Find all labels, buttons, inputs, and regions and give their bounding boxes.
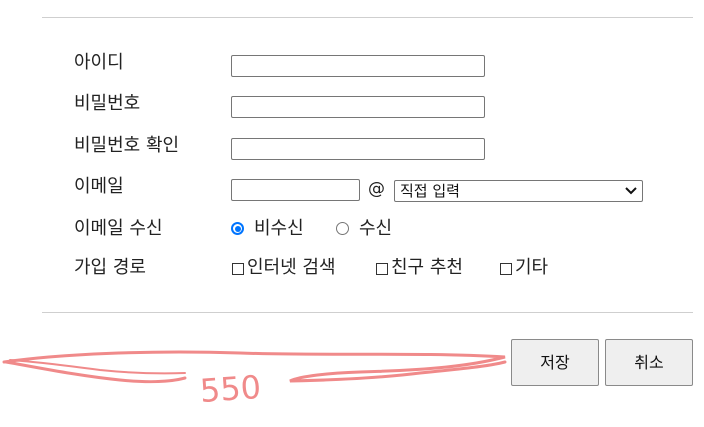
save-button[interactable]: 저장 [511, 339, 599, 386]
id-input[interactable] [231, 55, 485, 77]
checkbox-friend-referral-label[interactable]: 친구 추천 [391, 257, 463, 279]
radio-no-receive-label[interactable]: 비수신 [254, 218, 304, 240]
chevron-down-icon [625, 187, 637, 195]
checkbox-other[interactable] [500, 263, 512, 275]
email-label: 이메일 [74, 176, 124, 197]
checkbox-internet-search[interactable] [232, 263, 244, 275]
password-input[interactable] [231, 96, 485, 118]
width-annotation-text: 550 [199, 368, 263, 410]
cancel-button[interactable]: 취소 [605, 339, 693, 386]
signup-route-label: 가입 경로 [74, 257, 146, 278]
password-confirm-label: 비밀번호 확인 [74, 135, 180, 156]
width-annotation-scribble: 550 [2, 350, 507, 410]
checkbox-other-label[interactable]: 기타 [515, 257, 548, 279]
checkbox-friend-referral[interactable] [376, 263, 388, 275]
email-receive-label: 이메일 수신 [74, 218, 163, 239]
email-domain-select-value: 직접 입력 [400, 182, 460, 200]
at-sign: @ [368, 179, 385, 199]
radio-receive-label[interactable]: 수신 [359, 218, 392, 240]
email-local-input[interactable] [231, 179, 360, 201]
bottom-divider [42, 312, 693, 313]
password-confirm-input[interactable] [231, 138, 485, 160]
checkbox-internet-search-label[interactable]: 인터넷 검색 [247, 257, 336, 279]
id-label: 아이디 [74, 52, 124, 73]
top-divider [42, 17, 693, 18]
radio-receive[interactable] [336, 222, 349, 235]
password-label: 비밀번호 [74, 93, 141, 114]
email-domain-select[interactable]: 직접 입력 [394, 180, 643, 202]
radio-no-receive[interactable] [231, 222, 244, 235]
